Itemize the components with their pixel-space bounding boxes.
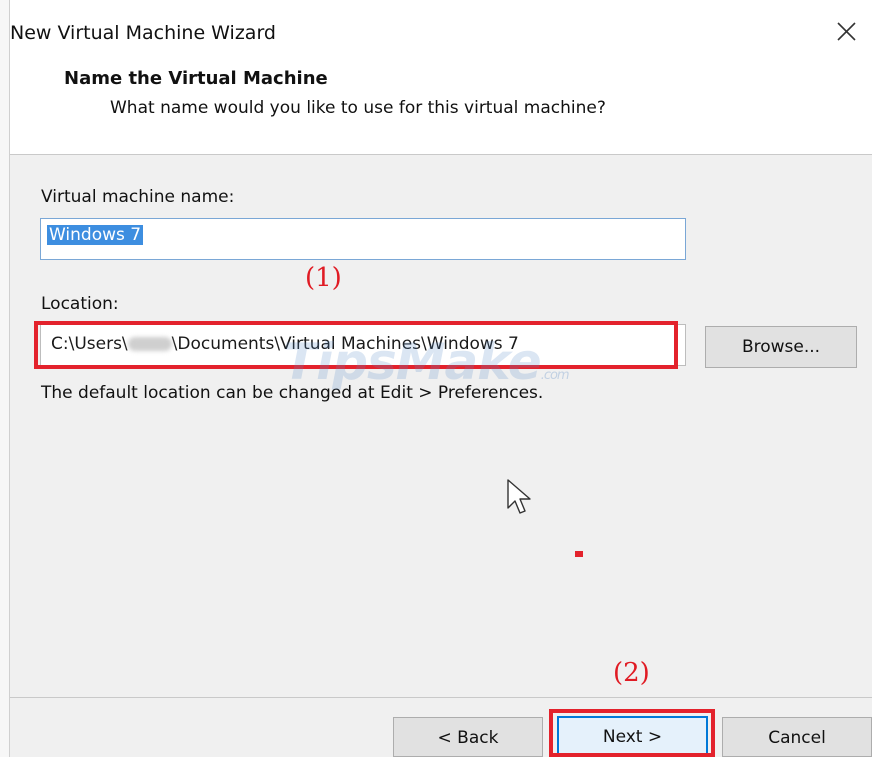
annotation-marker-1: (1) [305,263,342,293]
wizard-window: New Virtual Machine Wizard Name the Virt… [0,0,872,757]
watermark: TipsMake.com [283,333,570,391]
cancel-button-label: Cancel [768,728,826,748]
mouse-cursor-icon [506,478,532,520]
close-icon [837,22,856,41]
annotation-marker-2: (2) [613,658,650,688]
vm-name-value: Windows 7 [47,225,144,245]
window-left-edge [0,0,10,757]
browse-button-label: Browse... [741,337,821,357]
wizard-header: Name the Virtual Machine What name would… [10,62,872,154]
header-subtitle: What name would you like to use for this… [110,98,606,118]
back-button[interactable]: < Back [393,717,543,757]
cancel-button[interactable]: Cancel [722,717,872,757]
header-title: Name the Virtual Machine [64,68,328,89]
watermark-text: TipsMake [283,333,542,391]
browse-button[interactable]: Browse... [705,326,857,368]
vm-name-input[interactable]: Windows 7 [40,218,686,260]
close-button[interactable] [828,14,864,50]
back-button-label: < Back [437,728,499,748]
title-bar: New Virtual Machine Wizard [10,0,872,62]
vm-name-value-wrap: Windows 7 [47,225,144,245]
watermark-suffix: .com [540,368,570,383]
annotation-dot [575,551,583,557]
annotation-box-next [549,709,715,757]
location-label: Location: [41,294,119,314]
vm-name-label: Virtual machine name: [41,187,235,207]
window-title: New Virtual Machine Wizard [10,22,276,44]
